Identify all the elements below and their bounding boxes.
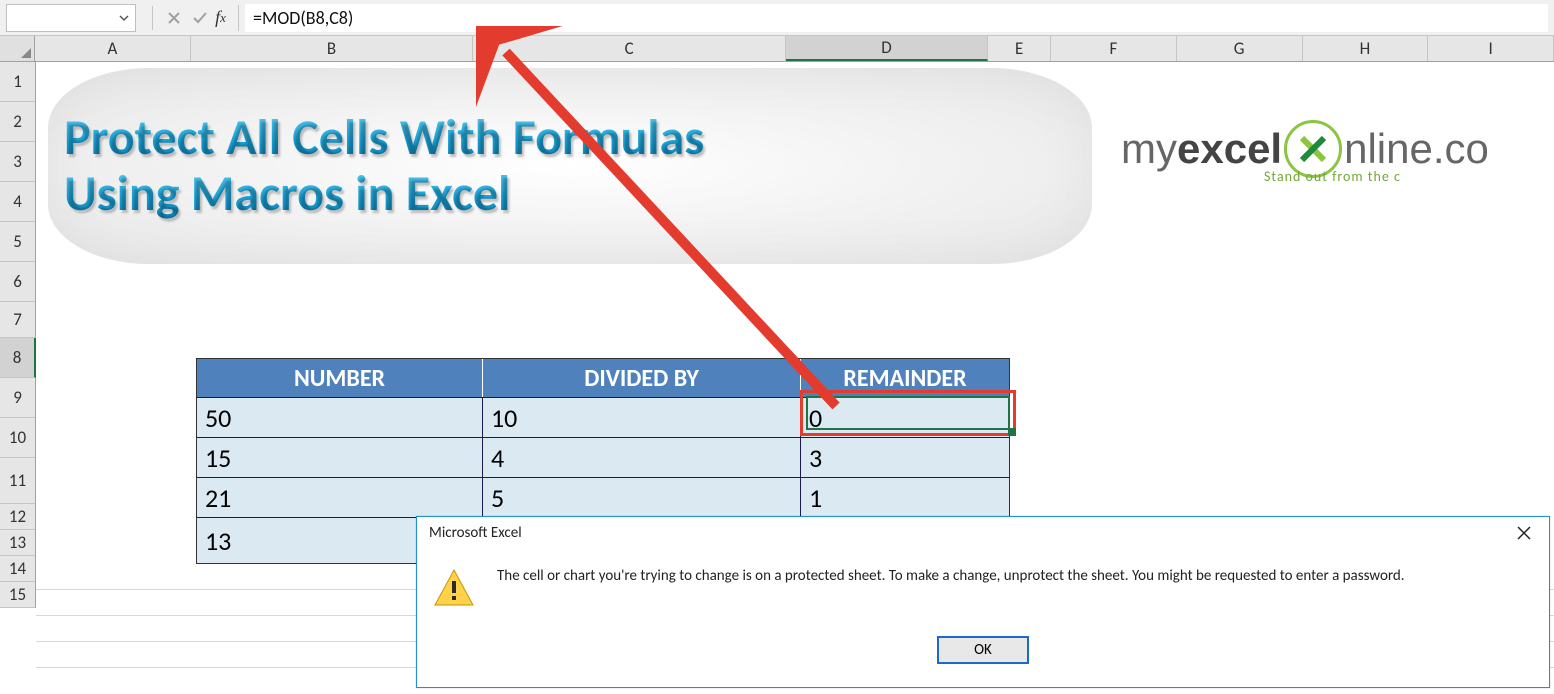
- cell-D10[interactable]: 1: [801, 477, 1009, 517]
- column-header-G[interactable]: G: [1177, 36, 1303, 61]
- cell-C8[interactable]: 10: [483, 397, 801, 437]
- row-headers: 1 2 3 4 5 6 7 8 9 10 11 12 13 14 15: [0, 62, 36, 608]
- cell-B8[interactable]: 50: [197, 397, 483, 437]
- column-header-C[interactable]: C: [473, 36, 785, 61]
- dialog-titlebar[interactable]: Microsoft Excel: [417, 517, 1549, 549]
- column-header-E[interactable]: E: [988, 36, 1051, 61]
- dialog-title: Microsoft Excel: [429, 524, 522, 542]
- title-line2: Using Macros in Excel: [64, 166, 1092, 222]
- row-header-1[interactable]: 1: [0, 62, 36, 102]
- logo-p1: my: [1121, 125, 1177, 173]
- insert-function-button[interactable]: fx: [213, 5, 239, 31]
- row-header-5[interactable]: 5: [0, 222, 36, 262]
- name-box[interactable]: [6, 4, 136, 32]
- column-header-A[interactable]: A: [35, 36, 190, 61]
- protected-sheet-dialog: Microsoft Excel The cell or chart you're…: [416, 516, 1550, 688]
- logo-tagline: Stand out from the c: [1264, 168, 1401, 185]
- row-header-14[interactable]: 14: [0, 556, 36, 582]
- table-row[interactable]: 50 10 0: [197, 397, 1009, 437]
- chevron-down-icon[interactable]: [119, 13, 129, 23]
- row-header-7[interactable]: 7: [0, 302, 36, 338]
- cell-B9[interactable]: 15: [197, 437, 483, 477]
- row-header-8[interactable]: 8: [0, 338, 36, 378]
- dialog-message: The cell or chart you're trying to chang…: [497, 567, 1405, 587]
- th-remainder: REMAINDER: [801, 359, 1009, 397]
- separator: [152, 6, 153, 30]
- row-header-2[interactable]: 2: [0, 102, 36, 142]
- column-header-B[interactable]: B: [191, 36, 474, 61]
- row-header-15[interactable]: 15: [0, 582, 36, 608]
- th-number: NUMBER: [197, 359, 483, 397]
- column-header-I[interactable]: I: [1428, 36, 1554, 61]
- accept-formula-button[interactable]: [187, 5, 213, 31]
- table-row[interactable]: 21 5 1: [197, 477, 1009, 517]
- formula-bar: fx =MOD(B8,C8): [0, 0, 1554, 36]
- column-headers: A B C D E F G H I: [0, 36, 1554, 62]
- cell-B10[interactable]: 21: [197, 477, 483, 517]
- table-row[interactable]: 15 4 3: [197, 437, 1009, 477]
- warning-icon: [433, 567, 475, 614]
- row-header-9[interactable]: 9: [0, 378, 36, 418]
- column-header-D[interactable]: D: [786, 36, 988, 61]
- row-header-11[interactable]: 11: [0, 458, 36, 504]
- row-header-12[interactable]: 12: [0, 504, 36, 530]
- th-divided-by: DIVIDED BY: [483, 359, 801, 397]
- title-bubble: Protect All Cells With Formulas Using Ma…: [48, 68, 1092, 264]
- cell-D8[interactable]: 0: [801, 397, 1009, 437]
- sheet-area[interactable]: Protect All Cells With Formulas Using Ma…: [36, 62, 1554, 694]
- formula-input[interactable]: =MOD(B8,C8): [245, 4, 1548, 32]
- row-header-4[interactable]: 4: [0, 182, 36, 222]
- title-line1: Protect All Cells With Formulas: [64, 110, 1092, 166]
- cell-C10[interactable]: 5: [483, 477, 801, 517]
- row-header-6[interactable]: 6: [0, 262, 36, 302]
- cell-C9[interactable]: 4: [483, 437, 801, 477]
- column-header-H[interactable]: H: [1303, 36, 1429, 61]
- cell-D9[interactable]: 3: [801, 437, 1009, 477]
- row-header-3[interactable]: 3: [0, 142, 36, 182]
- select-all-corner[interactable]: [0, 36, 35, 61]
- close-button[interactable]: [1503, 519, 1545, 547]
- logo-p3: nline.co: [1344, 125, 1489, 173]
- cancel-formula-button[interactable]: [161, 5, 187, 31]
- formula-text: =MOD(B8,C8): [253, 7, 353, 29]
- row-header-13[interactable]: 13: [0, 530, 36, 556]
- column-header-F[interactable]: F: [1051, 36, 1177, 61]
- worksheet-grid[interactable]: 1 2 3 4 5 6 7 8 9 10 11 12 13 14 15 Prot…: [0, 62, 1554, 694]
- logo-p2: excel: [1177, 125, 1282, 173]
- ok-button[interactable]: OK: [937, 636, 1029, 664]
- close-icon: [1517, 526, 1531, 540]
- row-header-10[interactable]: 10: [0, 418, 36, 458]
